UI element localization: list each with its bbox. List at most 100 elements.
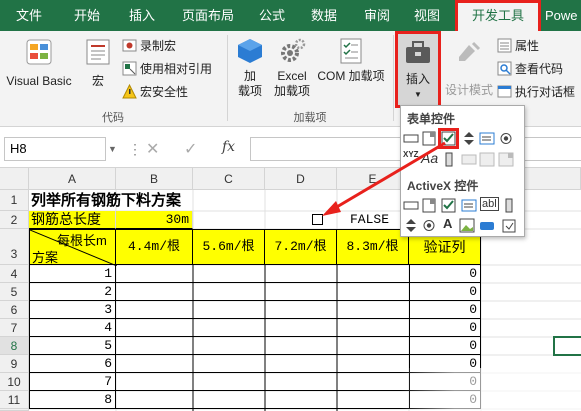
- annotation-arrow: [322, 141, 446, 216]
- plan-cell[interactable]: 3: [29, 301, 116, 319]
- verify-cell[interactable]: 0: [409, 319, 481, 337]
- addins-icon: [238, 39, 262, 63]
- record-macro-icon: [122, 39, 137, 52]
- column-head-cell[interactable]: 7.2m/根: [265, 229, 337, 265]
- row-header[interactable]: 9: [0, 355, 29, 373]
- plan-cell[interactable]: 6: [29, 355, 116, 373]
- plan-cell[interactable]: 7: [29, 373, 116, 391]
- group-addins-label: 加载项: [293, 112, 327, 124]
- activex-scroll-bar-icon[interactable]: [501, 198, 517, 213]
- row-header[interactable]: 7: [0, 319, 29, 337]
- relative-reference-button[interactable]: 使用相对引用: [122, 60, 212, 77]
- tab-view[interactable]: 视图: [402, 0, 452, 31]
- plan-cell[interactable]: 5: [29, 337, 116, 355]
- total-length-value[interactable]: 30m: [116, 211, 193, 229]
- cancel-icon[interactable]: ✕: [146, 139, 159, 159]
- design-mode-label: 设计模式: [444, 83, 493, 97]
- row-header[interactable]: 11: [0, 391, 29, 409]
- excel-window: 文件 开始 插入 页面布局 公式 数据 审阅 视图 开发工具 Powe Visu…: [0, 0, 581, 411]
- watermark-fade: [400, 368, 581, 411]
- enter-icon[interactable]: ✓: [184, 139, 197, 159]
- header-top-text: 每根长m: [57, 233, 107, 248]
- tab-formulas[interactable]: 公式: [248, 0, 296, 31]
- insert-controls-button[interactable]: 插入 ▼: [395, 31, 441, 108]
- column-header[interactable]: C: [193, 168, 265, 190]
- design-mode-icon: [459, 41, 481, 61]
- com-addins-label: COM 加载项: [317, 69, 385, 83]
- tab-developer[interactable]: 开发工具: [455, 0, 541, 31]
- name-box-dropdown-icon[interactable]: ▼: [108, 137, 118, 161]
- com-addins-button[interactable]: COM 加载项: [314, 37, 388, 84]
- visual-basic-button[interactable]: Visual Basic: [4, 37, 74, 89]
- form-controls-heading: 表单控件: [407, 112, 456, 126]
- view-code-icon: [497, 61, 512, 76]
- activex-more-controls-icon[interactable]: [501, 218, 517, 233]
- tab-insert[interactable]: 插入: [116, 0, 168, 31]
- tab-home[interactable]: 开始: [58, 0, 116, 31]
- column-head-cell[interactable]: 4.4m/根: [116, 229, 193, 265]
- name-box[interactable]: H8: [4, 137, 106, 161]
- tab-data[interactable]: 数据: [296, 0, 352, 31]
- column-head-cell[interactable]: 8.3m/根: [337, 229, 409, 265]
- activex-toggle-button-icon[interactable]: [479, 218, 495, 233]
- excel-addins-button[interactable]: Excel 加载项: [272, 37, 312, 99]
- activex-image-icon[interactable]: [459, 218, 475, 233]
- text-field-control-icon[interactable]: [461, 152, 477, 167]
- visual-basic-icon: [26, 39, 52, 65]
- combo-list-control-icon[interactable]: [479, 152, 495, 167]
- activex-option-button-icon[interactable]: [421, 218, 437, 233]
- properties-button[interactable]: 属性: [497, 37, 539, 54]
- selected-cell-h8[interactable]: [553, 336, 581, 356]
- activex-text-box-icon[interactable]: abl: [480, 197, 499, 211]
- macro-security-label: 宏安全性: [140, 85, 189, 99]
- design-mode-button[interactable]: 设计模式: [444, 37, 494, 98]
- addins-label-line1: 加: [243, 69, 256, 83]
- fx-icon[interactable]: fx: [222, 139, 235, 155]
- list-box-control-icon[interactable]: [479, 131, 495, 146]
- run-dialog-button[interactable]: 执行对话框: [497, 83, 575, 100]
- plan-cell[interactable]: 1: [29, 265, 116, 283]
- row-header[interactable]: 10: [0, 373, 29, 391]
- plan-cell[interactable]: 8: [29, 391, 116, 409]
- row-header[interactable]: 1: [0, 190, 29, 211]
- row-header[interactable]: 5: [0, 283, 29, 301]
- addins-button[interactable]: 加 载项: [232, 37, 268, 99]
- table-borders: [116, 265, 409, 411]
- verify-cell[interactable]: 0: [409, 301, 481, 319]
- run-dialog-icon: [497, 85, 512, 98]
- tab-review[interactable]: 审阅: [352, 0, 402, 31]
- row-header[interactable]: 8: [0, 337, 29, 355]
- gear-icon: [281, 38, 306, 62]
- row-header[interactable]: 3: [0, 229, 29, 265]
- verify-cell[interactable]: 0: [409, 265, 481, 283]
- combo-dropdown-control-icon[interactable]: [498, 152, 514, 167]
- header-bottom-text: 方案: [32, 250, 59, 265]
- spin-button-control-icon[interactable]: [461, 131, 477, 146]
- plan-cell[interactable]: 2: [29, 283, 116, 301]
- activex-list-box-icon[interactable]: [461, 198, 477, 213]
- activex-spin-button-icon[interactable]: [403, 218, 419, 233]
- macro-security-button[interactable]: 宏安全性: [122, 83, 188, 100]
- select-all-corner[interactable]: [0, 168, 29, 190]
- view-code-button[interactable]: 查看代码: [497, 60, 563, 77]
- tab-power[interactable]: Powe: [545, 0, 581, 31]
- plan-cell[interactable]: 4: [29, 319, 116, 337]
- option-button-control-icon[interactable]: [498, 131, 514, 146]
- column-header[interactable]: A: [29, 168, 116, 190]
- verify-cell[interactable]: 0: [409, 283, 481, 301]
- total-length-label[interactable]: 钢筋总长度: [29, 211, 116, 229]
- sheet-title[interactable]: 列举所有钢筋下料方案: [31, 190, 231, 211]
- row-header[interactable]: 6: [0, 301, 29, 319]
- diagonal-header-cell[interactable]: 每根长m 方案: [29, 229, 117, 266]
- column-header[interactable]: B: [116, 168, 193, 190]
- tab-page-layout[interactable]: 页面布局: [168, 0, 248, 31]
- row-header[interactable]: 2: [0, 211, 29, 229]
- macro-button[interactable]: 宏: [80, 37, 116, 89]
- ribbon-separator: [393, 35, 394, 121]
- tab-file[interactable]: 文件: [0, 0, 58, 31]
- column-head-cell[interactable]: 5.6m/根: [193, 229, 265, 265]
- row-header[interactable]: 4: [0, 265, 29, 283]
- record-macro-button[interactable]: 录制宏: [122, 37, 176, 54]
- properties-icon: [497, 38, 512, 53]
- verify-cell[interactable]: 0: [409, 337, 481, 355]
